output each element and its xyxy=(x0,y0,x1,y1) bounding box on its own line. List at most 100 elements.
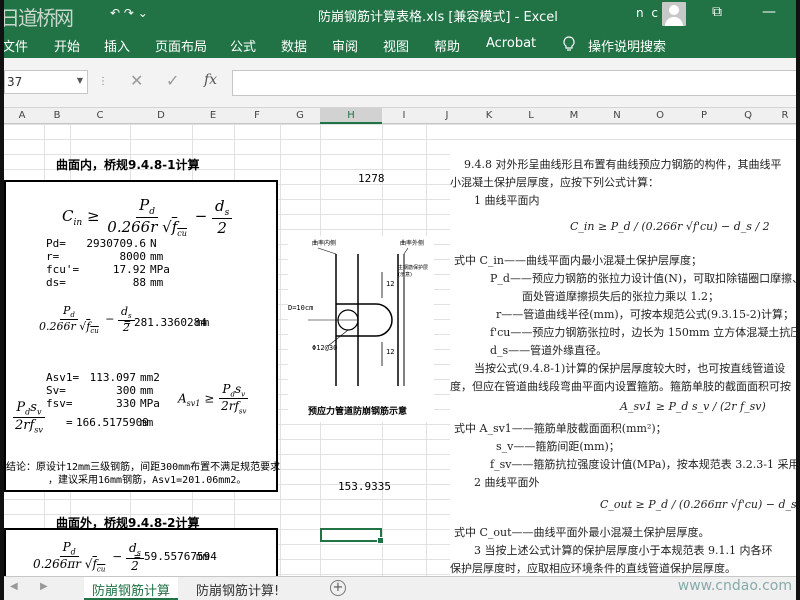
param-unit: mm xyxy=(150,250,164,263)
tab-file[interactable]: 文件 xyxy=(2,36,28,55)
param-unit: MPa xyxy=(150,263,170,276)
doc-formula-cin: C_in ≥ P_d / (0.266r √f'cu) − d_s / 2 xyxy=(570,220,770,233)
param-value[interactable]: 113.097 xyxy=(76,371,136,384)
name-box[interactable]: 37 ▼ xyxy=(4,70,88,94)
doc-line: 面处管道摩擦损失后的张拉力乘以 1.2； xyxy=(522,290,719,303)
column-header-c[interactable]: C xyxy=(70,110,130,121)
site-logo: 日道桥网 xyxy=(0,6,74,30)
conclusion-line-2[interactable]: ，建议采用16mm钢筋，Asv1=201.06mm2。 xyxy=(48,471,246,486)
column-header-j[interactable]: J xyxy=(426,110,468,121)
doc-line: 式中 A_sv1——箍筋单肢截面面积(mm²)； xyxy=(454,422,667,435)
tab-acrobat[interactable]: Acrobat xyxy=(486,36,536,51)
param-value[interactable]: 330 xyxy=(76,397,136,410)
result-unit: mm xyxy=(196,550,210,563)
param-value[interactable]: 8000 xyxy=(86,250,147,263)
column-header-l[interactable]: L xyxy=(510,110,552,121)
formula-input[interactable] xyxy=(232,70,800,96)
restore-icon[interactable]: ⧉ xyxy=(712,4,722,20)
diagram-rebar-label: 主钢筋保护层 (示意) xyxy=(398,265,429,278)
doc-line: P_d——预应力钢筋的张拉力设计值(N)，可取扣除锚圈口摩擦、钢 xyxy=(490,272,800,285)
duct-rebar-diagram[interactable]: 曲率内侧 曲率外侧 主钢筋保护层 (示意) D=10cm Φ12@30 12 1… xyxy=(288,236,434,422)
doc-line: f_sv——箍筋抗拉强度设计值(MPa)，按本规范表 3.2.3-1 采用。 xyxy=(490,458,800,471)
tab-view[interactable]: 视图 xyxy=(383,36,409,55)
result-unit: mm xyxy=(196,316,210,329)
column-header-i[interactable]: I xyxy=(382,110,426,121)
tab-home[interactable]: 开始 xyxy=(54,36,80,55)
column-header-e[interactable]: E xyxy=(192,110,234,121)
site-watermark: www.cndao.com xyxy=(677,578,792,594)
user-name[interactable]: n c xyxy=(636,6,660,20)
column-header-q[interactable]: Q xyxy=(726,110,770,121)
formula-asv-small: Pdsv 2rfsv xyxy=(13,400,45,435)
param-value[interactable]: 88 xyxy=(86,276,146,289)
doc-line: 小混凝土保护层厚度，应按下列公式计算： xyxy=(450,176,659,189)
column-headers: A B C D E F G H I J K L M N O P Q R xyxy=(0,108,800,124)
column-header-k[interactable]: K xyxy=(468,110,510,121)
calc-box-inner: Cin ≥ Pd 0.266r √fcu − ds 2 Pd= 2930709.6 … xyxy=(4,180,280,492)
param-unit: MPa xyxy=(140,397,160,410)
result-asv-value[interactable]: 166.5175909 xyxy=(76,416,149,429)
prev-sheet-icon[interactable]: ◀ xyxy=(10,581,18,592)
quick-access-toolbar[interactable]: ↶ ↷ ⌄ xyxy=(110,6,148,20)
doc-line: s_v——箍筋间距(mm)； xyxy=(496,440,620,453)
tab-page-layout[interactable]: 页面布局 xyxy=(155,36,207,55)
doc-line: f'cu——预应力钢筋张拉时，边长为 150mm 立方体混凝土抗压强度 xyxy=(490,326,800,339)
tab-help[interactable]: 帮助 xyxy=(434,36,460,55)
name-box-value: 37 xyxy=(7,75,23,89)
column-header-o[interactable]: O xyxy=(638,110,682,121)
selected-cell[interactable] xyxy=(320,528,384,544)
column-header-b[interactable]: B xyxy=(44,110,70,121)
tab-data[interactable]: 数据 xyxy=(281,36,307,55)
column-header-p[interactable]: P xyxy=(682,110,726,121)
param-label: fcu'= xyxy=(46,263,80,276)
param-value[interactable]: 2930709.6 xyxy=(86,237,146,250)
param-label: Pd= xyxy=(46,237,66,250)
diagram-bar-label: Φ12@30 xyxy=(312,344,338,352)
column-header-d[interactable]: D xyxy=(130,110,192,121)
result-eq: = xyxy=(124,316,131,329)
diagram-dim-1: 12 xyxy=(386,280,395,288)
sheet-tab-2[interactable]: 防崩钢筋计算! xyxy=(188,577,287,600)
sheet-tab-1[interactable]: 防崩钢筋计算 xyxy=(84,577,179,600)
enter-icon[interactable]: ✓ xyxy=(166,71,179,90)
formula-cin-small: Pd 0.266r √fcu − ds 2 xyxy=(36,304,135,335)
column-header-m[interactable]: M xyxy=(552,110,596,121)
param-value[interactable]: 300 xyxy=(76,384,136,397)
formula-bar: 37 ▼ ⋮ ✕ ✓ fx xyxy=(0,58,800,108)
param-label: r= xyxy=(46,250,60,263)
doc-line: 度，但应在管道曲线段弯曲平面内设置箍筋。箍筋单肢的截面面积可按 xyxy=(450,380,791,393)
minimize-icon[interactable]: — xyxy=(762,4,776,20)
doc-line: 3 当按上述公式计算的保护层厚度小于本规范表 9.1.1 内各环 xyxy=(474,544,773,557)
doc-line: r——管道曲线半径(mm)，可按本规范公式(9.3.15-2)计算； xyxy=(496,308,794,321)
param-value[interactable]: 17.92 xyxy=(86,263,146,276)
column-header-h[interactable]: H xyxy=(320,108,382,124)
diagram-left-label: 曲率内侧 xyxy=(312,240,337,247)
column-header-n[interactable]: N xyxy=(596,110,638,121)
param-label: fsv= xyxy=(46,397,73,410)
doc-formula-asv: A_sv1 ≥ P_d s_v / (2r f_sv) xyxy=(620,400,766,413)
tell-me-search[interactable]: 操作说明搜索 xyxy=(588,36,666,55)
add-sheet-button[interactable]: + xyxy=(330,580,346,596)
tab-formulas[interactable]: 公式 xyxy=(230,36,256,55)
h-value-2[interactable]: 153.9335 xyxy=(338,480,391,493)
title-bar: 日道桥网 ↶ ↷ ⌄ 防崩钢筋计算表格.xls [兼容模式] - Excel n… xyxy=(0,0,800,30)
param-label: Asv1= xyxy=(46,371,80,384)
cancel-icon[interactable]: ✕ xyxy=(130,71,143,90)
more-icon[interactable]: ⋮ xyxy=(98,76,109,87)
column-header-f[interactable]: F xyxy=(234,110,280,121)
column-header-r[interactable]: R xyxy=(770,110,800,121)
param-unit: mm xyxy=(150,276,164,289)
avatar[interactable] xyxy=(662,2,686,26)
code-excerpt-image[interactable]: 9.4.8 对外形呈曲线形且布置有曲线预应力钢筋的构件，其曲线平 小混凝土保护层… xyxy=(450,154,800,576)
next-sheet-icon[interactable]: ▶ xyxy=(40,581,48,592)
tab-review[interactable]: 审阅 xyxy=(332,36,358,55)
column-header-g[interactable]: G xyxy=(280,110,320,121)
doc-line: 保护层厚度时，应取相应环境条件的直线管道保护层厚度。 xyxy=(450,562,736,575)
doc-line: 1 曲线平面内 xyxy=(474,194,540,207)
chevron-down-icon[interactable]: ▼ xyxy=(77,76,83,85)
diagram-dim-label: D=10cm xyxy=(288,304,314,312)
column-header-a[interactable]: A xyxy=(0,110,44,121)
tab-insert[interactable]: 插入 xyxy=(104,36,130,55)
h-value-1[interactable]: 1278 xyxy=(358,172,385,185)
insert-function-icon[interactable]: fx xyxy=(204,72,217,88)
